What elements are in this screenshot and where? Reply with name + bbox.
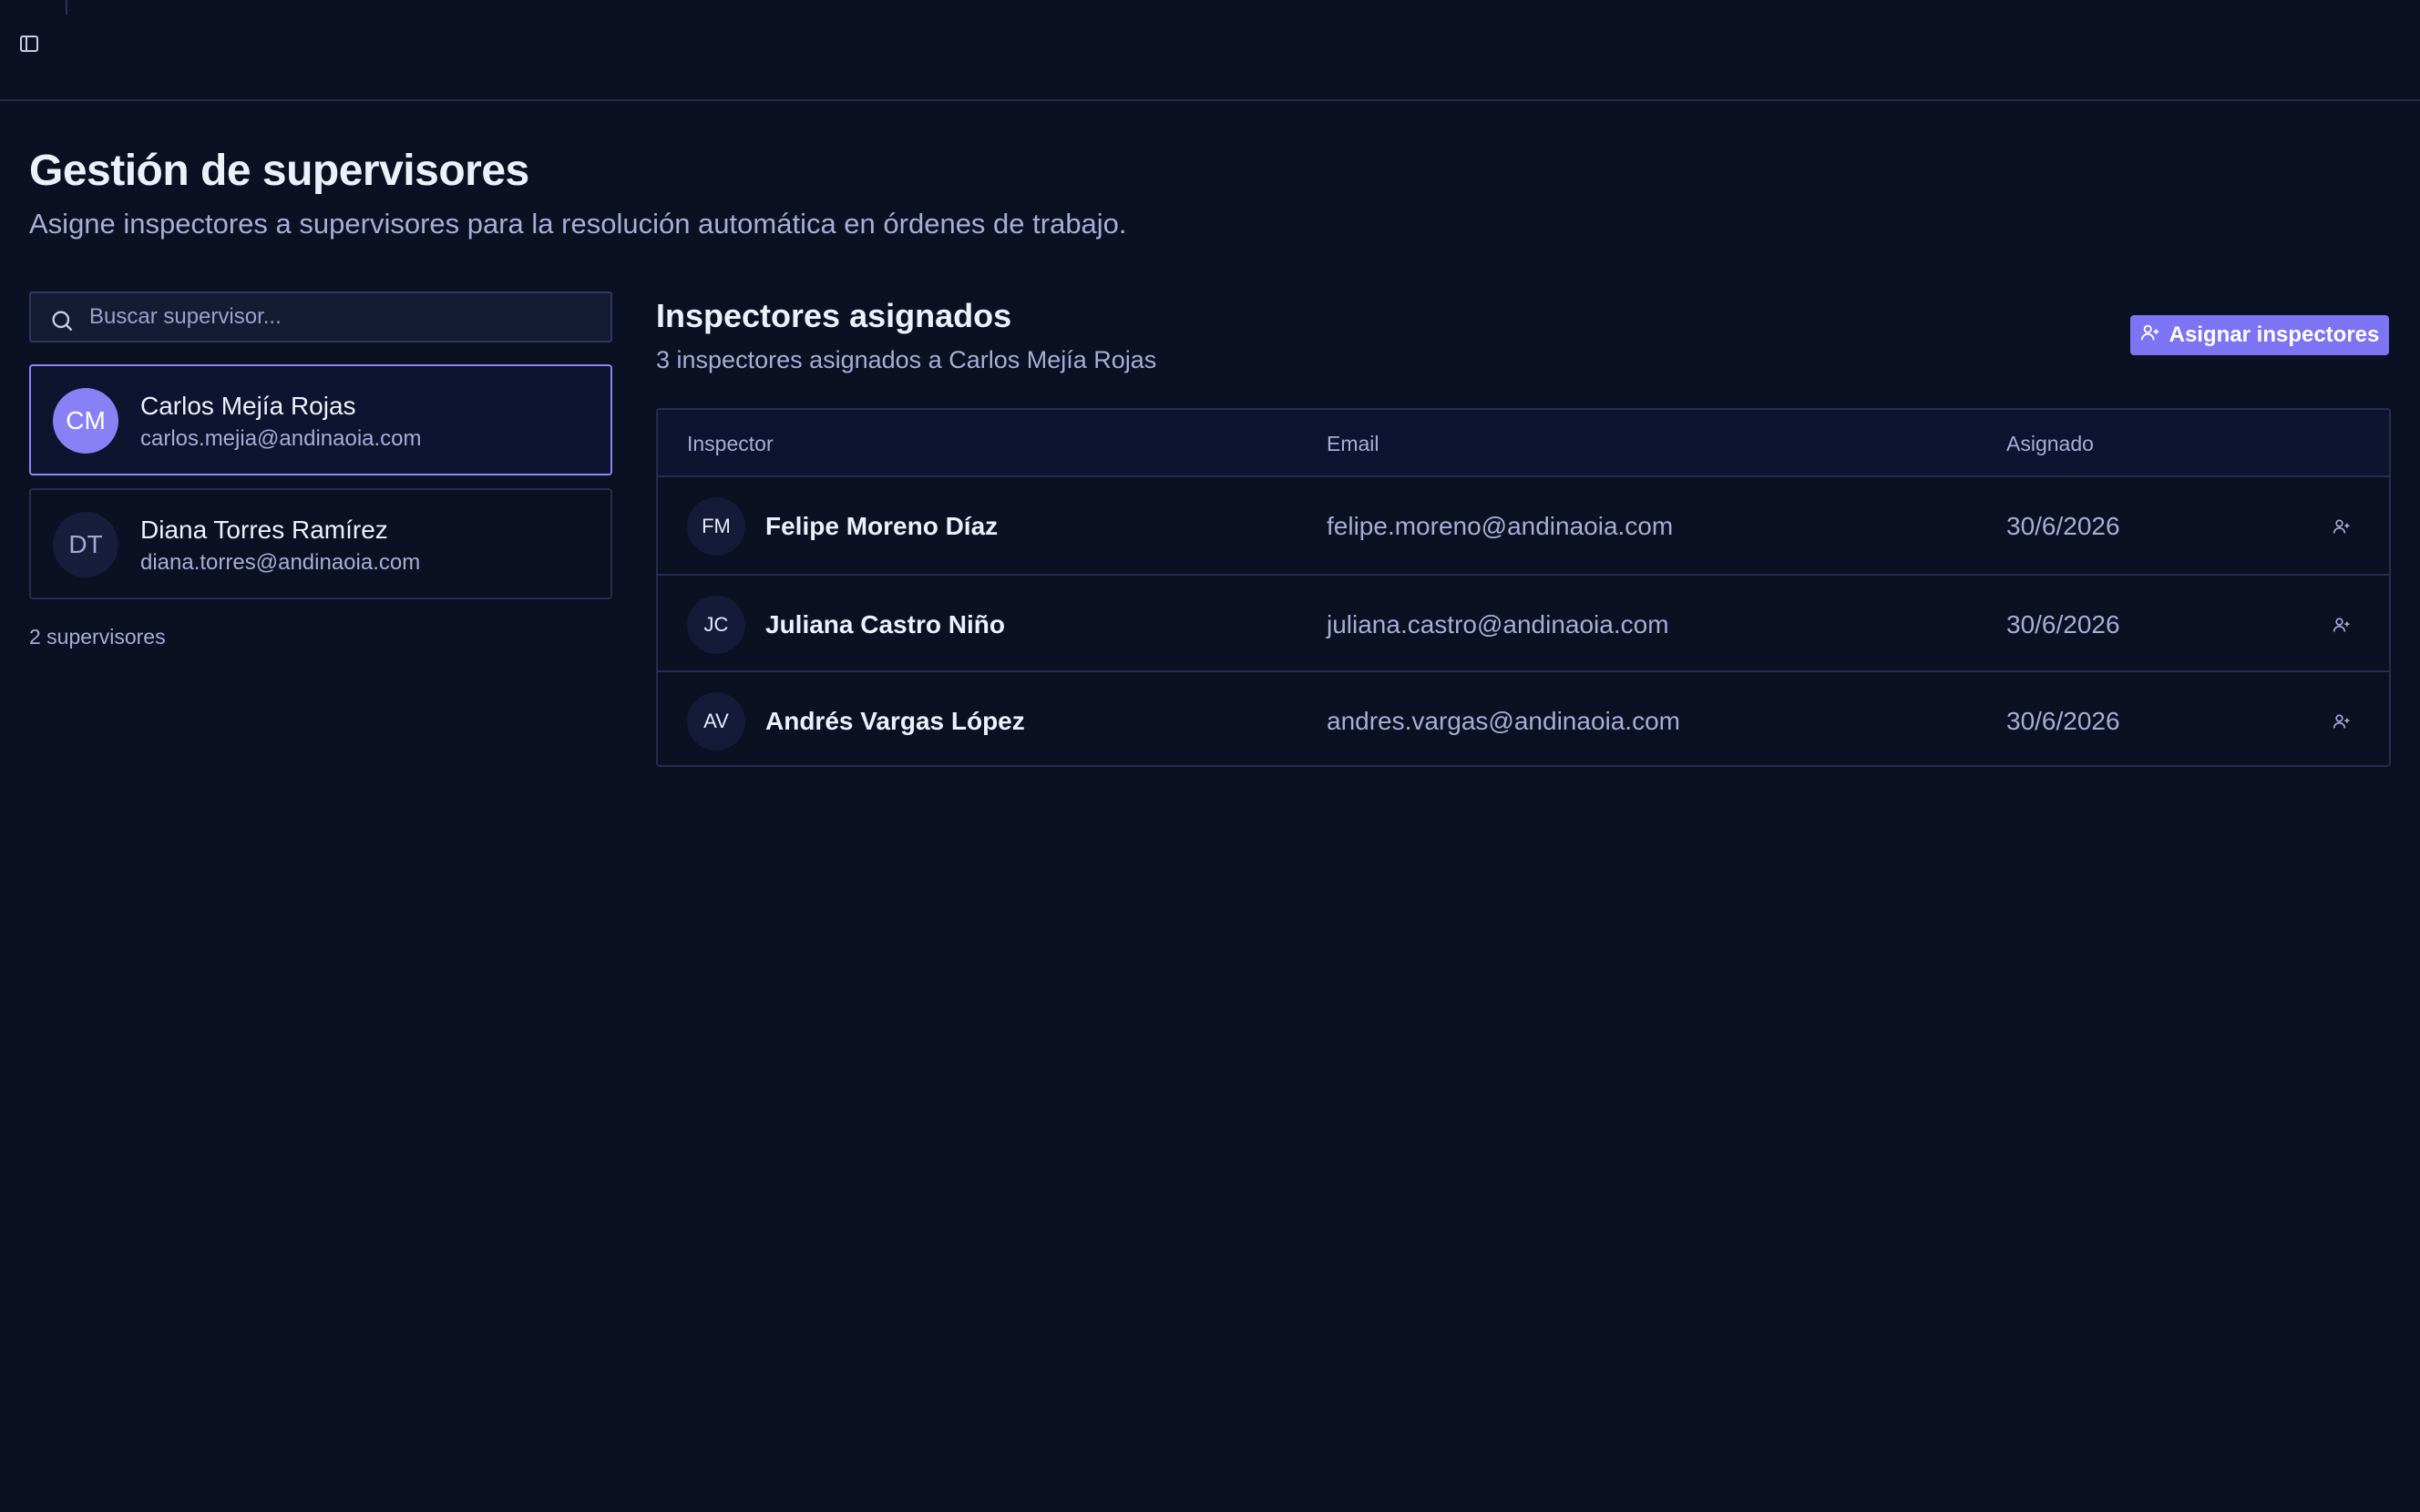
supervisor-card-carlos[interactable]: CM Carlos Mejía Rojas carlos.mejia@andin…	[29, 364, 612, 475]
section-subtitle: 3 inspectores asignados a Carlos Mejía R…	[656, 346, 1157, 373]
supervisor-count: 2 supervisores	[29, 625, 166, 649]
page-title: Gestión de supervisores	[29, 147, 529, 195]
search-icon	[49, 308, 75, 333]
search-input[interactable]	[89, 293, 600, 341]
assign-inspectors-button[interactable]: Asignar inspectores	[2130, 315, 2389, 355]
supervisor-card-diana[interactable]: DT Diana Torres Ramírez diana.torres@and…	[29, 488, 612, 599]
column-header-assigned: Asignado	[2006, 432, 2094, 455]
supervisor-email: carlos.mejia@andinaoia.com	[140, 426, 422, 451]
column-header-inspector: Inspector	[687, 432, 774, 455]
avatar: DT	[53, 512, 118, 577]
assign-button-label: Asignar inspectores	[2169, 322, 2380, 347]
inspector-name: Felipe Moreno Díaz	[765, 512, 999, 540]
user-plus-icon	[2140, 322, 2160, 349]
section-title: Inspectores asignados	[656, 297, 1012, 334]
avatar: FM	[687, 497, 745, 556]
avatar: CM	[53, 388, 118, 454]
inspector-name: Andrés Vargas López	[765, 707, 1025, 735]
user-plus-icon[interactable]	[2329, 514, 2354, 539]
inspector-email: felipe.moreno@andinaoia.com	[1327, 512, 1674, 540]
inspector-name: Juliana Castro Niño	[765, 610, 1005, 639]
inspector-email: juliana.castro@andinaoia.com	[1327, 610, 1669, 639]
top-bar	[0, 0, 2420, 101]
sidebar-toggle-icon[interactable]	[16, 31, 42, 56]
avatar: AV	[687, 692, 745, 751]
inspector-email: andres.vargas@andinaoia.com	[1327, 707, 1680, 735]
inspectors-table: Inspector Email Asignado FM Felipe Moren…	[656, 408, 2391, 767]
supervisor-name: Carlos Mejía Rojas	[140, 392, 356, 420]
top-bar-divider	[66, 0, 67, 15]
table-row: AV Andrés Vargas López andres.vargas@and…	[658, 670, 2389, 765]
user-plus-icon[interactable]	[2329, 709, 2354, 734]
page-subtitle: Asigne inspectores a supervisores para l…	[29, 208, 1127, 240]
table-row: JC Juliana Castro Niño juliana.castro@an…	[658, 574, 2389, 670]
supervisor-email: diana.torres@andinaoia.com	[140, 550, 421, 575]
supervisor-name: Diana Torres Ramírez	[140, 516, 388, 544]
assigned-date: 30/6/2026	[2006, 707, 2120, 735]
supervisor-search[interactable]	[29, 291, 612, 342]
assigned-date: 30/6/2026	[2006, 512, 2120, 540]
user-plus-icon[interactable]	[2329, 612, 2354, 638]
avatar: JC	[687, 596, 745, 654]
table-row: FM Felipe Moreno Díaz felipe.moreno@andi…	[658, 477, 2389, 574]
assigned-date: 30/6/2026	[2006, 610, 2120, 639]
column-header-email: Email	[1327, 432, 1379, 455]
table-header: Inspector Email Asignado	[658, 410, 2389, 477]
